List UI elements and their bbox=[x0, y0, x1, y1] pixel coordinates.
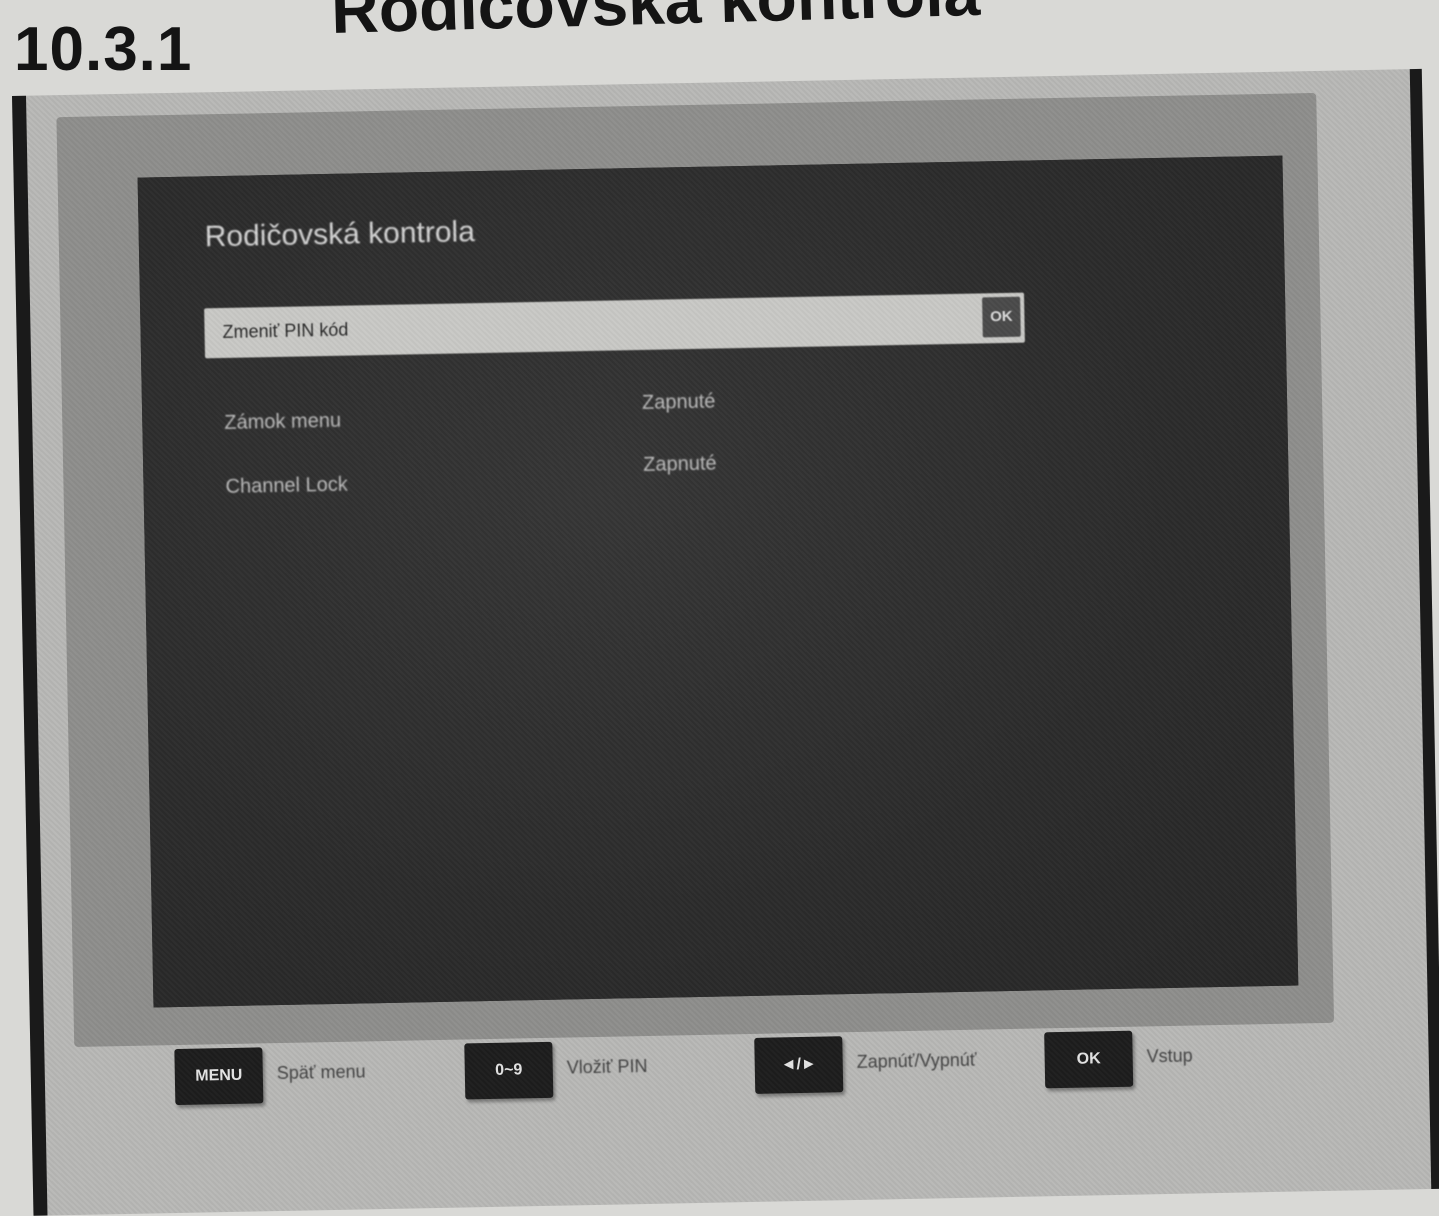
menu-item-label: Zmeniť PIN kód bbox=[222, 319, 349, 342]
ok-key-icon: OK bbox=[1044, 1030, 1134, 1089]
ok-icon: OK bbox=[982, 296, 1021, 338]
tv-screen: Rodičovská kontrola Zmeniť PIN kód OK Zá… bbox=[137, 155, 1299, 1008]
menu-item-value: Zapnuté bbox=[642, 452, 717, 476]
menu-item-label: Zámok menu bbox=[224, 409, 342, 434]
hint-text: Späť menu bbox=[276, 1061, 366, 1084]
tv-screenshot-frame: Rodičovská kontrola Zmeniť PIN kód OK Zá… bbox=[12, 68, 1439, 1216]
hint-menu: MENU Späť menu bbox=[174, 1039, 366, 1109]
hint-arrows: ◄/► Zapnúť/Vypnúť bbox=[754, 1028, 977, 1098]
hint-digits: 0~9 Vložiť PIN bbox=[464, 1033, 648, 1103]
hint-text: Zapnúť/Vypnúť bbox=[856, 1049, 977, 1072]
section-title: Rodičovská kontrola bbox=[330, 0, 982, 47]
hint-ok: OK Vstup bbox=[1044, 1022, 1193, 1092]
section-number: 10.3.1 bbox=[14, 15, 193, 84]
menu-title: Rodičovská kontrola bbox=[204, 215, 476, 254]
hint-text: Vstup bbox=[1146, 1045, 1193, 1067]
menu-item-channel-lock[interactable]: Channel Lock bbox=[225, 474, 348, 499]
left-right-arrow-icon: ◄/► bbox=[754, 1036, 844, 1094]
tv-bezel: Rodičovská kontrola Zmeniť PIN kód OK Zá… bbox=[56, 92, 1335, 1047]
menu-item-menu-lock[interactable]: Zámok menu bbox=[224, 410, 341, 435]
digits-key-icon: 0~9 bbox=[464, 1041, 554, 1100]
menu-item-label: Channel Lock bbox=[225, 473, 349, 498]
hint-text: Vložiť PIN bbox=[566, 1055, 648, 1078]
menu-key-icon: MENU bbox=[174, 1047, 264, 1106]
menu-item-value: Zapnuté bbox=[641, 390, 716, 414]
menu-item-change-pin[interactable]: Zmeniť PIN kód OK bbox=[204, 292, 1025, 359]
